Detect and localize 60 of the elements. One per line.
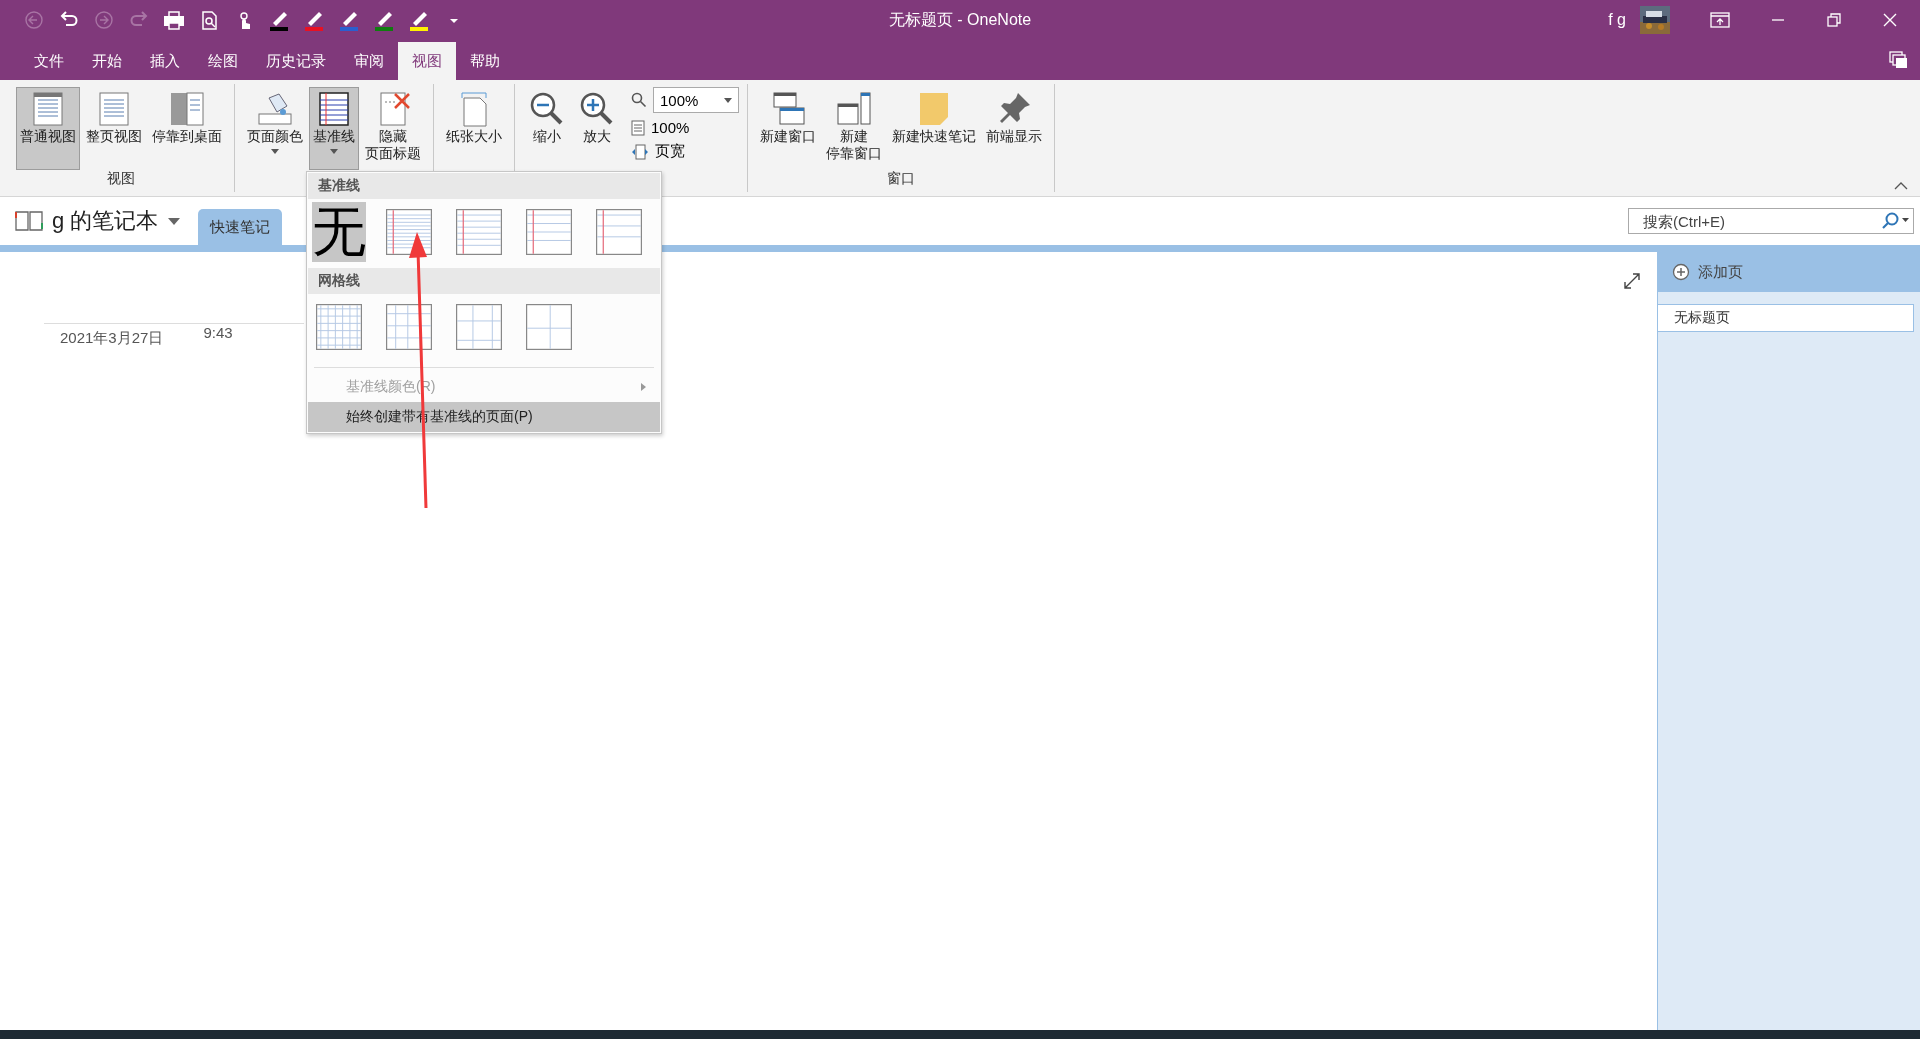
page-width-icon [631, 143, 649, 160]
pen-icon[interactable] [337, 9, 361, 31]
rule-option[interactable]: 无 [312, 202, 366, 262]
ribbon-button[interactable]: 新建窗口 [756, 87, 820, 170]
menu-section-header: 基准线 [308, 173, 660, 199]
ribbon-tab[interactable]: 绘图 [194, 42, 252, 80]
menu-section-header: 网格线 [308, 268, 660, 294]
ribbon-button[interactable]: 放大 [573, 87, 621, 170]
search-field[interactable]: 搜索(Ctrl+E) [1628, 208, 1914, 234]
caret-icon [724, 97, 732, 103]
pen-icon[interactable] [407, 9, 431, 31]
page-date: 2021年3月27日 [60, 329, 164, 348]
ribbon-button[interactable]: 新建 停靠窗口 [822, 87, 886, 170]
notebook-icon[interactable] [14, 209, 44, 233]
paint-bucket-icon [255, 90, 295, 128]
ribbon-button[interactable]: 前端显示 [982, 87, 1046, 170]
window-title: 无标题页 - OneNote [887, 9, 1033, 30]
notebook-selector[interactable]: g 的笔记本 [52, 206, 181, 236]
page-icon [631, 119, 645, 136]
printer-icon[interactable] [162, 9, 186, 31]
ribbon-button[interactable]: 整页视图 [82, 87, 146, 170]
ribbon-tab[interactable]: 开始 [78, 42, 136, 80]
ribbon-button[interactable]: 缩小 [523, 87, 571, 170]
pen-icon[interactable] [302, 9, 326, 31]
ribbon-display-icon[interactable] [1710, 12, 1730, 28]
caret-icon [168, 217, 181, 225]
ribbon-tab[interactable]: 审阅 [340, 42, 398, 80]
ribbon-button[interactable]: 停靠到桌面 [148, 87, 226, 170]
user-name[interactable]: f g [1608, 11, 1626, 29]
group-label: 视图 [106, 170, 136, 188]
ribbon-tab[interactable]: 历史记录 [252, 42, 340, 80]
ribbon-tab[interactable]: 文件 [20, 42, 78, 80]
section-tab[interactable]: 快速笔记 [198, 209, 283, 245]
add-page-button[interactable]: 添加页 [1658, 252, 1920, 292]
plus-icon [1672, 263, 1690, 281]
ribbon-tab[interactable]: 插入 [136, 42, 194, 80]
pen-icon[interactable] [372, 9, 396, 31]
ribbon-button[interactable]: 新建快速笔记 [888, 87, 980, 170]
close-icon[interactable] [1882, 12, 1898, 28]
group-label: 窗口 [886, 170, 916, 188]
actual-size-button[interactable]: 100% [631, 119, 739, 136]
page-item[interactable]: 无标题页 [1658, 304, 1914, 332]
zoom-combo[interactable]: 100% [653, 87, 739, 113]
ribbon-tab[interactable]: 视图 [398, 42, 456, 80]
ribbon-tab[interactable]: 帮助 [456, 42, 514, 80]
ribbon-button[interactable]: 普通视图 [16, 87, 80, 170]
ribbon-button[interactable]: 基准线 [309, 87, 359, 170]
collapse-ribbon-icon[interactable] [1894, 182, 1908, 190]
page-time: 9:43 [203, 324, 233, 343]
ribbon-button[interactable]: 页面颜色 [243, 87, 307, 170]
search-icon[interactable] [1880, 212, 1910, 230]
ribbon-button[interactable]: 纸张大小 [442, 87, 506, 170]
page-width-button[interactable]: 页宽 [631, 142, 739, 161]
notifications-icon[interactable] [1888, 50, 1908, 70]
docked-window-icon [834, 90, 874, 128]
ribbon-button[interactable]: 隐藏 页面标题 [361, 87, 425, 170]
search-icon [631, 92, 647, 108]
restore-icon[interactable] [1826, 12, 1842, 28]
expand-icon[interactable] [1623, 272, 1641, 290]
pen-icon[interactable] [267, 9, 291, 31]
